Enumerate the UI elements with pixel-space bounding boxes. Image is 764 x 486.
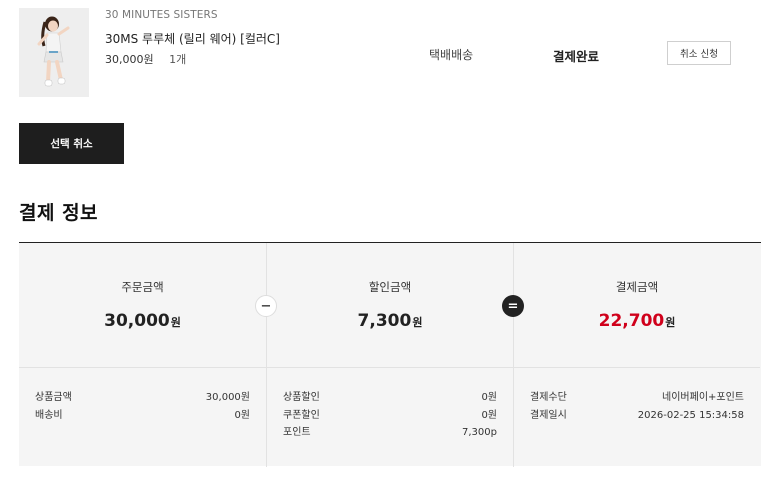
- minus-icon: −: [255, 295, 277, 317]
- detail-value: 0원: [234, 409, 250, 421]
- detail-row: 상품금액 30,000원: [35, 389, 250, 407]
- detail-label: 포인트: [283, 427, 311, 438]
- order-amount-summary: 주문금액 30,000원: [19, 243, 266, 368]
- discount-amount-summary: 할인금액 7,300원: [267, 243, 513, 368]
- payment-summary-panel: 주문금액 30,000원 상품금액 30,000원 배송비 0원 할인금액 7,30…: [19, 242, 761, 467]
- product-price-row: 30,000원 1개: [105, 51, 186, 67]
- order-status: 결제완료: [553, 49, 600, 64]
- detail-label: 상품금액: [35, 392, 72, 403]
- shipping-method: 택배배송: [429, 48, 474, 62]
- detail-value: 30,000원: [205, 392, 250, 403]
- order-amount-value: 30,000: [104, 311, 170, 331]
- discount-amount-details: 상품할인 0원 쿠폰할인 0원 포인트 7,300p: [267, 389, 513, 442]
- payment-amount-unit: 원: [665, 316, 676, 329]
- discount-amount-value-wrap: 7,300원: [267, 311, 513, 331]
- product-brand: 30 MINUTES SISTERS: [105, 9, 218, 21]
- product-name[interactable]: 30MS 루루체 (릴리 웨어) [컬러C]: [105, 30, 280, 47]
- product-quantity: 1개: [169, 53, 187, 66]
- detail-label: 결제일시: [530, 409, 567, 421]
- detail-row: 배송비 0원: [35, 407, 250, 425]
- detail-label: 결제수단: [530, 392, 567, 403]
- figure-image: [19, 8, 89, 97]
- detail-value: 0원: [481, 392, 497, 403]
- select-cancel-button[interactable]: 선택 취소: [19, 123, 124, 164]
- payment-amount-value: 22,700: [598, 311, 665, 331]
- cancel-request-button[interactable]: 취소 신청: [667, 41, 731, 65]
- product-price: 30,000원: [105, 53, 154, 66]
- payment-amount-label: 결제금액: [615, 280, 659, 294]
- detail-label: 쿠폰할인: [283, 409, 320, 421]
- order-amount-unit: 원: [170, 316, 181, 329]
- payment-amount-value-wrap: 22,700원: [514, 311, 760, 331]
- detail-row: 결제수단 네이버페이+포인트: [530, 389, 744, 407]
- discount-amount-unit: 원: [412, 316, 423, 329]
- detail-value: 네이버페이+포인트: [662, 392, 744, 403]
- payment-amount-summary: 결제금액 22,700원: [514, 243, 760, 368]
- detail-row: 쿠폰할인 0원: [283, 407, 497, 425]
- detail-label: 배송비: [35, 409, 63, 421]
- equal-icon: =: [502, 295, 524, 317]
- detail-value: 0원: [481, 409, 497, 421]
- payment-amount-details: 결제수단 네이버페이+포인트 결제일시 2026-02-25 15:34:58: [514, 389, 760, 424]
- detail-value: 7,300p: [462, 427, 497, 438]
- discount-amount-column: 할인금액 7,300원 상품할인 0원 쿠폰할인 0원 포인트 7,300p: [266, 243, 513, 467]
- payment-info-title: 결제 정보: [19, 202, 99, 224]
- order-amount-label: 주문금액: [121, 280, 164, 294]
- discount-amount-label: 할인금액: [368, 280, 412, 294]
- detail-row: 상품할인 0원: [283, 389, 497, 407]
- discount-amount-value: 7,300: [357, 311, 412, 331]
- detail-row: 결제일시 2026-02-25 15:34:58: [530, 407, 744, 425]
- order-amount-column: 주문금액 30,000원 상품금액 30,000원 배송비 0원: [19, 243, 266, 467]
- order-item-row: 30 MINUTES SISTERS 30MS 루루체 (릴리 웨어) [컬러C…: [0, 0, 764, 110]
- detail-value: 2026-02-25 15:34:58: [637, 409, 744, 421]
- product-thumbnail[interactable]: [19, 8, 89, 97]
- payment-amount-column: 결제금액 22,700원 결제수단 네이버페이+포인트 결제일시 2026-02-2…: [513, 243, 760, 467]
- detail-row: 포인트 7,300p: [283, 424, 497, 442]
- order-amount-value-wrap: 30,000원: [19, 311, 266, 331]
- order-amount-details: 상품금액 30,000원 배송비 0원: [19, 389, 266, 424]
- detail-label: 상품할인: [283, 392, 320, 403]
